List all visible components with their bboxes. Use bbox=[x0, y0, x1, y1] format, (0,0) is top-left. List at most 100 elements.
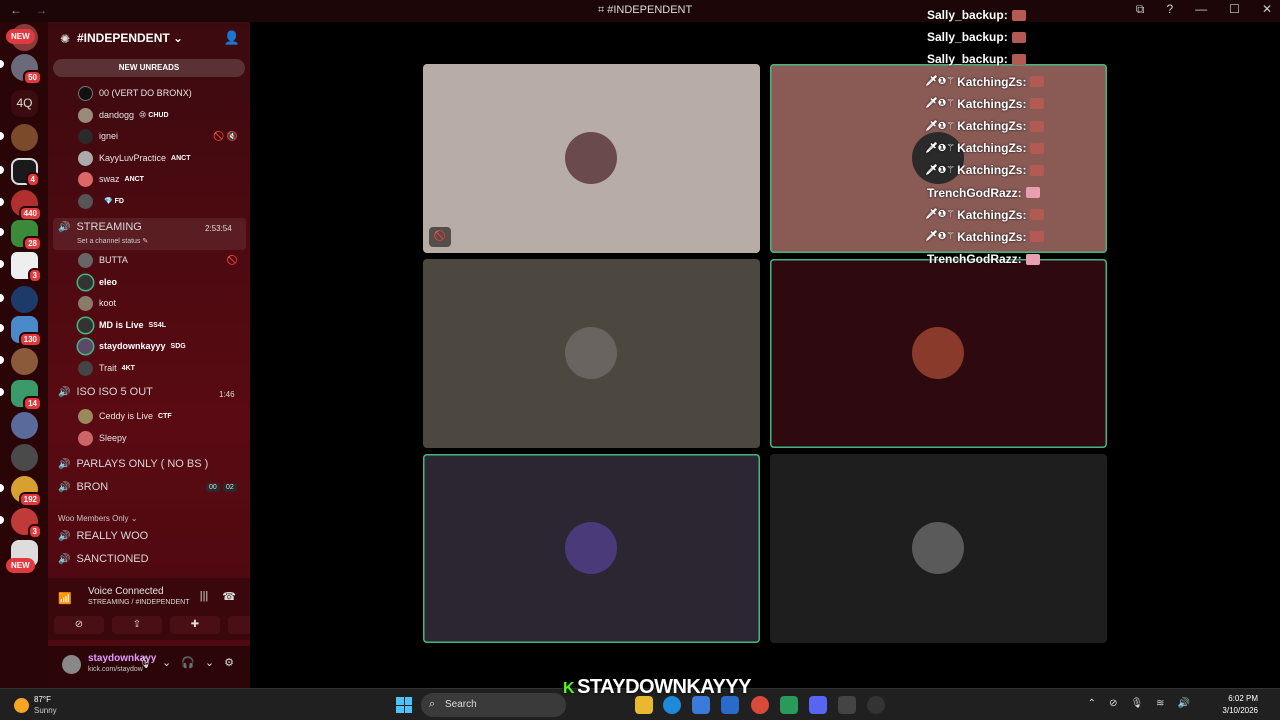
voice-user[interactable]: ignei 🚫 🔇 bbox=[78, 126, 238, 146]
server-icon[interactable]: 28 bbox=[11, 220, 42, 251]
user-tag: ANCT bbox=[124, 175, 144, 183]
voice-user[interactable]: 💎 FD bbox=[78, 191, 124, 211]
video-tile[interactable] bbox=[423, 454, 760, 643]
server-icon[interactable] bbox=[11, 348, 38, 375]
server-icon[interactable] bbox=[11, 286, 38, 313]
channel-sanctioned[interactable]: 🔊 SANCTIONED bbox=[58, 553, 149, 565]
server-icon[interactable] bbox=[11, 412, 38, 439]
clock[interactable]: 6:02 PM 3/10/2026 bbox=[1222, 693, 1258, 717]
speaker-icon: 🔊 bbox=[58, 553, 71, 565]
channel-bron[interactable]: 🔊 BRON bbox=[58, 481, 108, 493]
channel-status[interactable]: Set a channel status ✎ bbox=[77, 237, 148, 245]
wifi-icon[interactable]: ≋ bbox=[1156, 698, 1164, 709]
sheets-icon[interactable] bbox=[780, 696, 798, 714]
voice-user[interactable]: swaz ANCT bbox=[78, 169, 144, 189]
noise-suppression-icon[interactable]: ||| bbox=[200, 590, 209, 603]
headphones-icon[interactable]: 🎧 bbox=[181, 656, 195, 669]
server-4q[interactable]: 4Q bbox=[11, 90, 38, 117]
add-user-icon[interactable]: 👤 bbox=[224, 30, 240, 46]
obs-icon[interactable] bbox=[867, 696, 885, 714]
back-arrow-icon[interactable]: ← bbox=[10, 3, 22, 17]
disconnect-icon[interactable]: ☎ bbox=[222, 590, 236, 603]
server-icon[interactable]: 50 bbox=[11, 54, 42, 85]
chevron-down-icon[interactable]: ⌄ bbox=[162, 656, 171, 669]
mention-badge: 4 bbox=[25, 172, 40, 187]
minimize-button[interactable]: — bbox=[1195, 2, 1207, 17]
microphone-icon[interactable]: 🎙 bbox=[1130, 698, 1143, 709]
guild-header[interactable]: ✺ #INDEPENDENT ⌄ 👤 bbox=[48, 22, 250, 54]
signal-icon[interactable]: 📶 bbox=[58, 592, 72, 605]
server-icon[interactable] bbox=[11, 124, 38, 151]
avatar bbox=[78, 193, 93, 209]
mention-badge: 14 bbox=[23, 396, 42, 411]
video-grid: 🚫 bbox=[250, 22, 1280, 688]
emote-icon bbox=[1030, 142, 1045, 154]
nav-arrows[interactable]: ← → bbox=[10, 3, 47, 17]
mention-badge: 50 bbox=[23, 70, 42, 85]
avatar bbox=[78, 317, 93, 333]
chevron-down-icon[interactable]: ⌄ bbox=[205, 656, 214, 669]
guild-name[interactable]: #INDEPENDENT ⌄ bbox=[77, 31, 183, 45]
voice-user[interactable]: 00 (VERT DO BRONX) bbox=[78, 83, 192, 103]
help-icon[interactable]: ? bbox=[1166, 2, 1173, 17]
maximize-button[interactable]: ☐ bbox=[1229, 2, 1240, 17]
video-tile[interactable] bbox=[770, 259, 1107, 448]
video-tile[interactable]: 🚫 bbox=[423, 64, 760, 253]
voice-user[interactable]: Sleepy bbox=[78, 428, 127, 448]
voice-user[interactable]: staydownkayyy SDG bbox=[78, 336, 186, 356]
user-panel: staydownkayy kick.com/staydow 🎙 ⌄ 🎧 ⌄ ⚙ bbox=[48, 646, 250, 688]
activities-button[interactable]: ✚ bbox=[170, 616, 220, 634]
chevron-up-icon[interactable]: ⌃ bbox=[1088, 698, 1096, 709]
server-icon[interactable]: 3 bbox=[11, 252, 42, 283]
sun-icon bbox=[14, 698, 29, 713]
video-tile[interactable] bbox=[423, 259, 760, 448]
channel-streaming-label[interactable]: 🔊 STREAMING bbox=[58, 221, 142, 233]
server-icon[interactable]: 440 bbox=[11, 190, 42, 221]
server-icon[interactable]: 14 bbox=[11, 380, 42, 411]
voice-user[interactable]: Ceddy is Live CTF bbox=[78, 406, 172, 426]
chat-message: 🗡❶⚚ KatchingZs: bbox=[925, 115, 1125, 137]
chat-message: 🗡❶⚚ KatchingZs: bbox=[925, 159, 1125, 181]
avatar[interactable] bbox=[62, 655, 81, 674]
discord-icon[interactable] bbox=[809, 696, 827, 714]
voice-user[interactable]: dandogg 😢 CHUD bbox=[78, 105, 169, 125]
unread-dot bbox=[0, 228, 4, 236]
chat-message: TrenchGodRazz: bbox=[925, 182, 1125, 204]
server-icon[interactable]: 192 bbox=[11, 476, 42, 507]
voice-status[interactable]: Voice Connected bbox=[88, 586, 164, 597]
capture-icon[interactable] bbox=[838, 696, 856, 714]
voice-user[interactable]: koot bbox=[78, 293, 116, 313]
search-box[interactable]: ⌕ Search bbox=[421, 693, 566, 717]
inbox-icon[interactable]: ⧉ bbox=[1136, 2, 1145, 17]
voice-user[interactable]: Trait 4KT bbox=[78, 358, 135, 378]
screen-share-button[interactable]: ⇪ bbox=[112, 616, 162, 634]
server-icon[interactable]: 3 bbox=[11, 508, 42, 539]
network-off-icon[interactable]: ⊘ bbox=[1109, 698, 1117, 709]
chat-message: 🗡❶⚚ KatchingZs: bbox=[925, 226, 1125, 248]
chrome-icon[interactable] bbox=[751, 696, 769, 714]
voice-user[interactable]: KayyLuvPractice ANCT bbox=[78, 148, 190, 168]
windows-start-icon[interactable] bbox=[396, 697, 412, 713]
forward-arrow-icon[interactable]: → bbox=[35, 3, 47, 17]
voice-user[interactable]: BUTTA 🚫 bbox=[78, 250, 238, 270]
microphone-icon[interactable]: 🎙 bbox=[138, 656, 152, 669]
server-icon[interactable] bbox=[11, 444, 38, 471]
new-unreads-button[interactable]: NEW UNREADS bbox=[53, 59, 245, 77]
channel-really-woo[interactable]: 🔊 REALLY WOO bbox=[58, 530, 148, 542]
volume-icon[interactable]: 🔊 bbox=[1178, 698, 1190, 709]
server-icon[interactable]: 130 bbox=[11, 316, 42, 347]
search-icon: ⌕ bbox=[429, 698, 436, 710]
settings-gear-icon[interactable]: ⚙ bbox=[224, 656, 234, 669]
voice-user[interactable]: eleo bbox=[78, 272, 117, 292]
voice-channel[interactable]: STREAMING / #INDEPENDENT bbox=[88, 599, 190, 606]
video-tile[interactable] bbox=[770, 454, 1107, 643]
close-button[interactable]: ✕ bbox=[1262, 2, 1272, 17]
channel-iso[interactable]: 🔊 ISO ISO 5 OUT bbox=[58, 386, 153, 398]
server-icon[interactable]: 4 bbox=[11, 158, 40, 187]
voice-user[interactable]: MD is Live SS4L bbox=[78, 315, 166, 335]
avatar bbox=[565, 522, 617, 574]
channel-parlays[interactable]: 🔊 PARLAYS ONLY ( NO BS ) bbox=[58, 458, 208, 470]
category-header[interactable]: Woo Members Only ⌄ bbox=[58, 514, 137, 523]
emote-icon bbox=[1011, 31, 1026, 43]
camera-off-button[interactable]: ⊘ bbox=[54, 616, 104, 634]
